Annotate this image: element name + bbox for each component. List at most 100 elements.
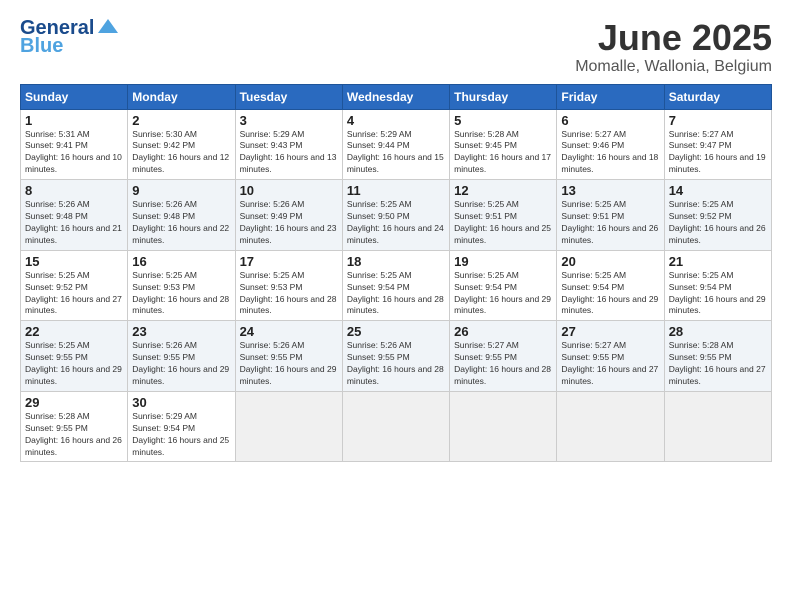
day-info: Sunrise: 5:26 AM Sunset: 9:48 PM Dayligh… <box>25 199 123 247</box>
day-number: 23 <box>132 324 230 339</box>
logo: General Blue <box>20 18 118 56</box>
table-row <box>664 391 771 462</box>
table-row: 21 Sunrise: 5:25 AM Sunset: 9:54 PM Dayl… <box>664 250 771 321</box>
table-row: 27 Sunrise: 5:27 AM Sunset: 9:55 PM Dayl… <box>557 321 664 392</box>
table-row: 15 Sunrise: 5:25 AM Sunset: 9:52 PM Dayl… <box>21 250 128 321</box>
day-info: Sunrise: 5:28 AM Sunset: 9:55 PM Dayligh… <box>25 411 123 459</box>
day-info: Sunrise: 5:25 AM Sunset: 9:53 PM Dayligh… <box>240 270 338 318</box>
day-info: Sunrise: 5:29 AM Sunset: 9:44 PM Dayligh… <box>347 129 445 177</box>
day-number: 25 <box>347 324 445 339</box>
table-row: 30 Sunrise: 5:29 AM Sunset: 9:54 PM Dayl… <box>128 391 235 462</box>
day-info: Sunrise: 5:30 AM Sunset: 9:42 PM Dayligh… <box>132 129 230 177</box>
table-row: 22 Sunrise: 5:25 AM Sunset: 9:55 PM Dayl… <box>21 321 128 392</box>
title-area: June 2025 Momalle, Wallonia, Belgium <box>575 18 772 76</box>
day-number: 6 <box>561 113 659 128</box>
day-number: 10 <box>240 183 338 198</box>
day-number: 4 <box>347 113 445 128</box>
day-number: 16 <box>132 254 230 269</box>
day-number: 26 <box>454 324 552 339</box>
day-number: 22 <box>25 324 123 339</box>
day-number: 1 <box>25 113 123 128</box>
header-friday: Friday <box>557 84 664 109</box>
day-info: Sunrise: 5:25 AM Sunset: 9:54 PM Dayligh… <box>454 270 552 318</box>
day-info: Sunrise: 5:27 AM Sunset: 9:47 PM Dayligh… <box>669 129 767 177</box>
header-saturday: Saturday <box>664 84 771 109</box>
table-row <box>342 391 449 462</box>
day-info: Sunrise: 5:25 AM Sunset: 9:54 PM Dayligh… <box>669 270 767 318</box>
day-info: Sunrise: 5:25 AM Sunset: 9:52 PM Dayligh… <box>669 199 767 247</box>
day-info: Sunrise: 5:26 AM Sunset: 9:49 PM Dayligh… <box>240 199 338 247</box>
table-row: 8 Sunrise: 5:26 AM Sunset: 9:48 PM Dayli… <box>21 180 128 251</box>
day-number: 18 <box>347 254 445 269</box>
day-info: Sunrise: 5:29 AM Sunset: 9:54 PM Dayligh… <box>132 411 230 459</box>
day-info: Sunrise: 5:25 AM Sunset: 9:50 PM Dayligh… <box>347 199 445 247</box>
day-info: Sunrise: 5:27 AM Sunset: 9:55 PM Dayligh… <box>454 340 552 388</box>
table-row: 11 Sunrise: 5:25 AM Sunset: 9:50 PM Dayl… <box>342 180 449 251</box>
day-number: 12 <box>454 183 552 198</box>
table-row: 2 Sunrise: 5:30 AM Sunset: 9:42 PM Dayli… <box>128 109 235 180</box>
day-info: Sunrise: 5:29 AM Sunset: 9:43 PM Dayligh… <box>240 129 338 177</box>
table-row: 7 Sunrise: 5:27 AM Sunset: 9:47 PM Dayli… <box>664 109 771 180</box>
day-info: Sunrise: 5:25 AM Sunset: 9:52 PM Dayligh… <box>25 270 123 318</box>
table-row: 17 Sunrise: 5:25 AM Sunset: 9:53 PM Dayl… <box>235 250 342 321</box>
day-number: 3 <box>240 113 338 128</box>
day-number: 28 <box>669 324 767 339</box>
day-number: 5 <box>454 113 552 128</box>
table-row: 5 Sunrise: 5:28 AM Sunset: 9:45 PM Dayli… <box>450 109 557 180</box>
table-row: 1 Sunrise: 5:31 AM Sunset: 9:41 PM Dayli… <box>21 109 128 180</box>
month-title: June 2025 <box>575 18 772 58</box>
day-number: 20 <box>561 254 659 269</box>
table-row: 28 Sunrise: 5:28 AM Sunset: 9:55 PM Dayl… <box>664 321 771 392</box>
header-sunday: Sunday <box>21 84 128 109</box>
table-row: 24 Sunrise: 5:26 AM Sunset: 9:55 PM Dayl… <box>235 321 342 392</box>
table-row <box>235 391 342 462</box>
table-row: 18 Sunrise: 5:25 AM Sunset: 9:54 PM Dayl… <box>342 250 449 321</box>
day-info: Sunrise: 5:31 AM Sunset: 9:41 PM Dayligh… <box>25 129 123 177</box>
day-info: Sunrise: 5:25 AM Sunset: 9:55 PM Dayligh… <box>25 340 123 388</box>
day-number: 19 <box>454 254 552 269</box>
table-row: 16 Sunrise: 5:25 AM Sunset: 9:53 PM Dayl… <box>128 250 235 321</box>
day-info: Sunrise: 5:28 AM Sunset: 9:45 PM Dayligh… <box>454 129 552 177</box>
day-info: Sunrise: 5:26 AM Sunset: 9:55 PM Dayligh… <box>347 340 445 388</box>
day-number: 9 <box>132 183 230 198</box>
day-info: Sunrise: 5:26 AM Sunset: 9:48 PM Dayligh… <box>132 199 230 247</box>
day-number: 24 <box>240 324 338 339</box>
day-number: 7 <box>669 113 767 128</box>
day-info: Sunrise: 5:27 AM Sunset: 9:46 PM Dayligh… <box>561 129 659 177</box>
day-number: 11 <box>347 183 445 198</box>
day-number: 14 <box>669 183 767 198</box>
table-row: 6 Sunrise: 5:27 AM Sunset: 9:46 PM Dayli… <box>557 109 664 180</box>
table-row: 14 Sunrise: 5:25 AM Sunset: 9:52 PM Dayl… <box>664 180 771 251</box>
table-row: 9 Sunrise: 5:26 AM Sunset: 9:48 PM Dayli… <box>128 180 235 251</box>
day-number: 29 <box>25 395 123 410</box>
day-info: Sunrise: 5:26 AM Sunset: 9:55 PM Dayligh… <box>240 340 338 388</box>
calendar-table: Sunday Monday Tuesday Wednesday Thursday… <box>20 84 772 463</box>
table-row: 4 Sunrise: 5:29 AM Sunset: 9:44 PM Dayli… <box>342 109 449 180</box>
day-info: Sunrise: 5:27 AM Sunset: 9:55 PM Dayligh… <box>561 340 659 388</box>
table-row: 23 Sunrise: 5:26 AM Sunset: 9:55 PM Dayl… <box>128 321 235 392</box>
table-row <box>450 391 557 462</box>
day-number: 13 <box>561 183 659 198</box>
table-row: 13 Sunrise: 5:25 AM Sunset: 9:51 PM Dayl… <box>557 180 664 251</box>
day-info: Sunrise: 5:25 AM Sunset: 9:53 PM Dayligh… <box>132 270 230 318</box>
table-row: 25 Sunrise: 5:26 AM Sunset: 9:55 PM Dayl… <box>342 321 449 392</box>
day-info: Sunrise: 5:28 AM Sunset: 9:55 PM Dayligh… <box>669 340 767 388</box>
table-row: 19 Sunrise: 5:25 AM Sunset: 9:54 PM Dayl… <box>450 250 557 321</box>
location-subtitle: Momalle, Wallonia, Belgium <box>575 58 772 76</box>
table-row: 29 Sunrise: 5:28 AM Sunset: 9:55 PM Dayl… <box>21 391 128 462</box>
day-info: Sunrise: 5:25 AM Sunset: 9:54 PM Dayligh… <box>347 270 445 318</box>
table-row <box>557 391 664 462</box>
day-number: 30 <box>132 395 230 410</box>
header-tuesday: Tuesday <box>235 84 342 109</box>
day-info: Sunrise: 5:25 AM Sunset: 9:54 PM Dayligh… <box>561 270 659 318</box>
day-info: Sunrise: 5:25 AM Sunset: 9:51 PM Dayligh… <box>561 199 659 247</box>
day-number: 15 <box>25 254 123 269</box>
day-number: 2 <box>132 113 230 128</box>
logo-accent: Blue <box>20 36 63 56</box>
header-thursday: Thursday <box>450 84 557 109</box>
table-row: 3 Sunrise: 5:29 AM Sunset: 9:43 PM Dayli… <box>235 109 342 180</box>
day-number: 27 <box>561 324 659 339</box>
day-number: 17 <box>240 254 338 269</box>
day-info: Sunrise: 5:25 AM Sunset: 9:51 PM Dayligh… <box>454 199 552 247</box>
day-info: Sunrise: 5:26 AM Sunset: 9:55 PM Dayligh… <box>132 340 230 388</box>
